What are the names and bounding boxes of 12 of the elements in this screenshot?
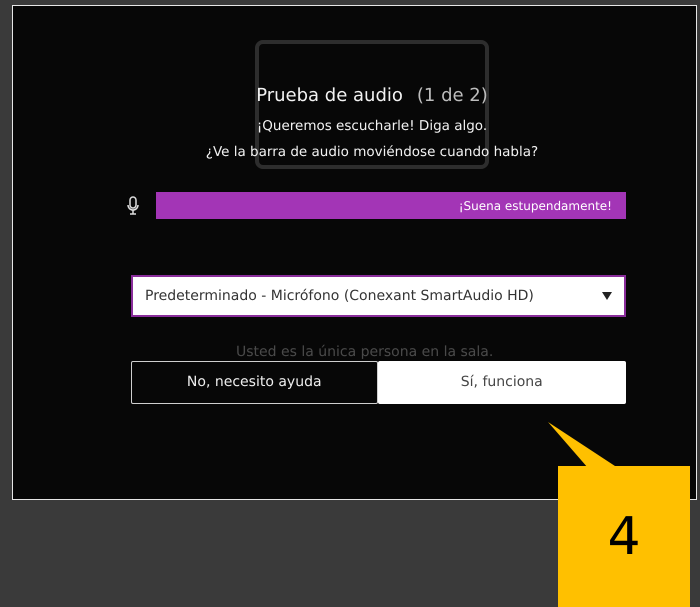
step-number-callout: 4 bbox=[558, 466, 690, 607]
prompt-text: ¡Queremos escucharle! Diga algo. bbox=[256, 117, 488, 136]
level-reading: ¡Suena estupendamente! bbox=[458, 198, 612, 214]
caret-icon bbox=[602, 292, 612, 300]
dialog-title: Prueba de audio bbox=[256, 84, 403, 108]
prompt-text: ¿Ve la barra de audio moviéndose cuando habla? bbox=[204, 143, 540, 162]
confirm-button[interactable]: Sí, funciona bbox=[378, 361, 626, 404]
help-button[interactable]: No, necesito ayuda bbox=[131, 361, 378, 404]
step-indicator: (1 de 2) bbox=[416, 84, 488, 108]
microphone-icon bbox=[126, 196, 140, 216]
background-text: Usted es la única persona en la sala. bbox=[236, 343, 494, 362]
microphone-select[interactable]: Predeterminado - Micrófono (Conexant SmartAudio HD) bbox=[131, 275, 626, 317]
